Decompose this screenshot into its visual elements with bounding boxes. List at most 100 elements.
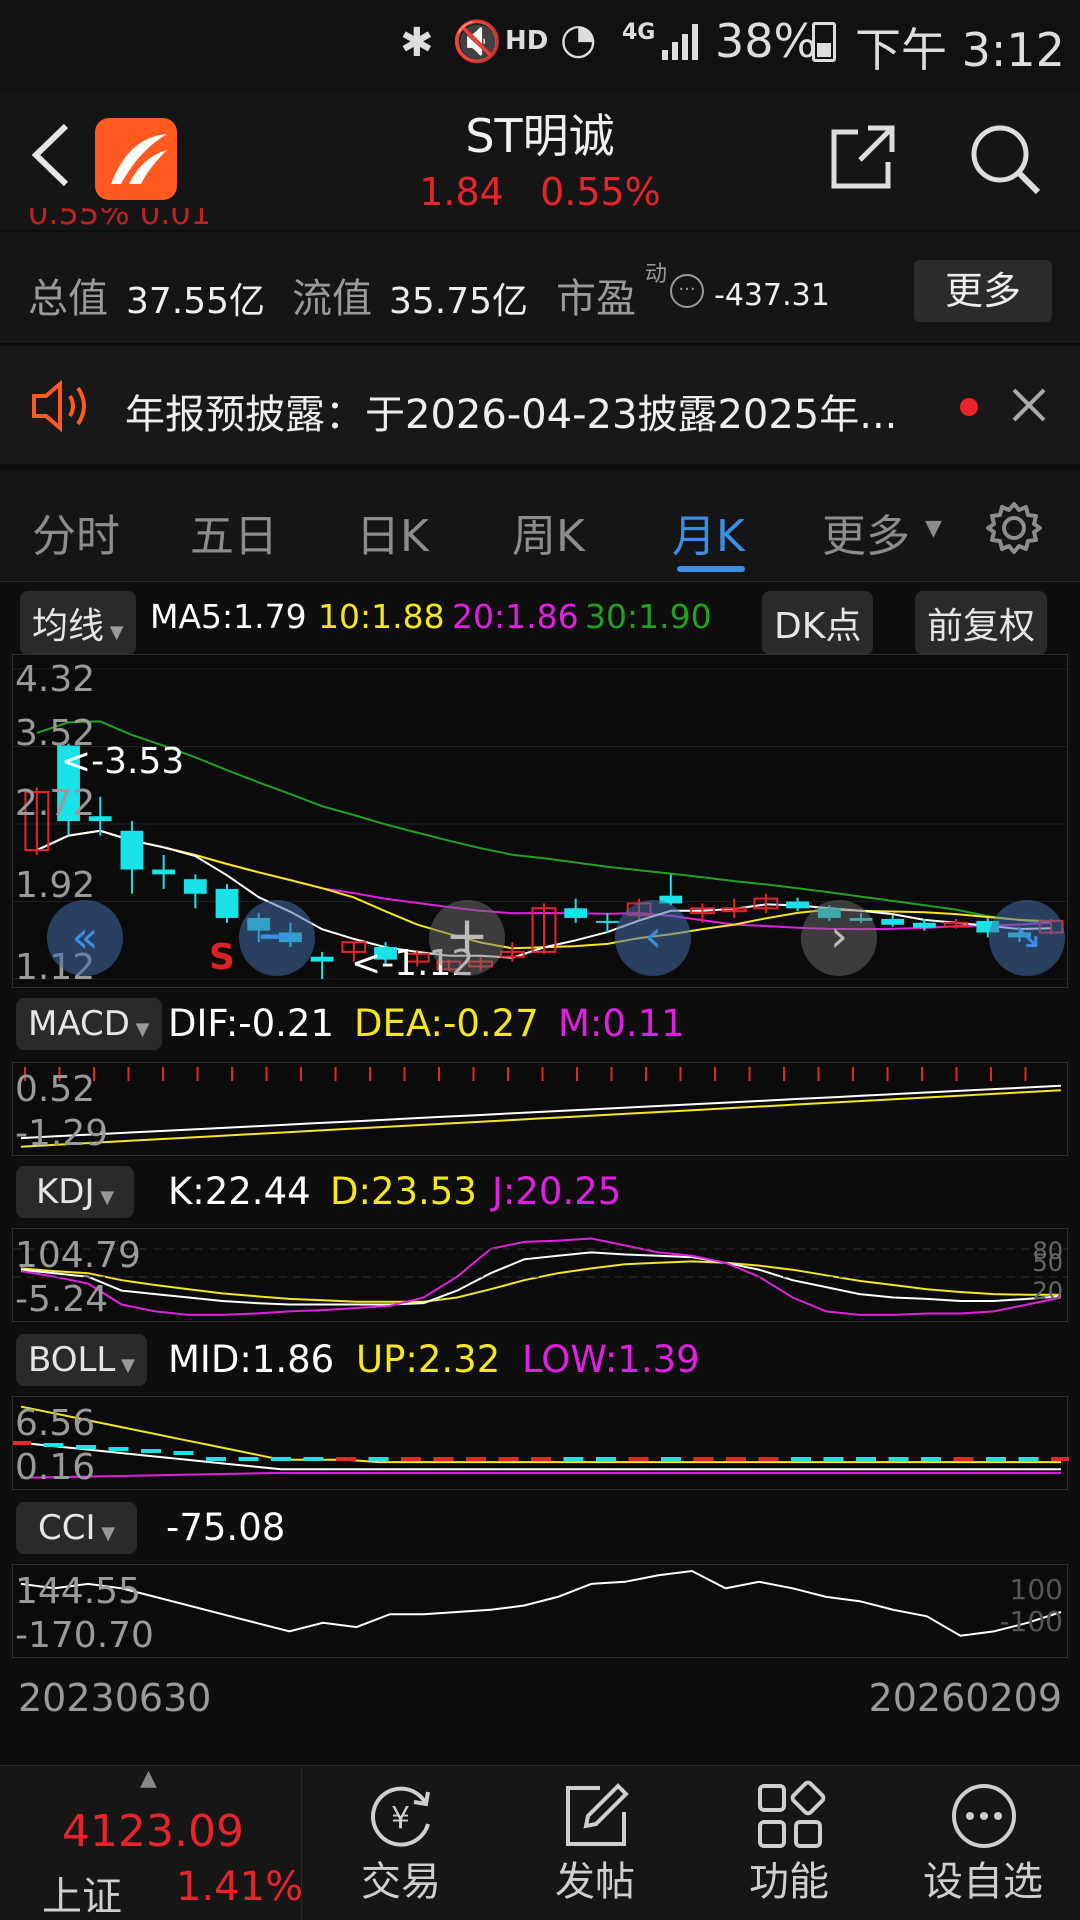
cci-y-label: 144.55 — [15, 1571, 141, 1612]
more-dots-icon — [948, 1780, 1020, 1856]
announcement-bar[interactable]: 年报预披露：于2026-04-23披露2025年... — [0, 346, 1080, 464]
boll-chart[interactable]: 6.56 0.16 — [12, 1396, 1069, 1490]
network-type: 4G — [622, 20, 656, 45]
boll-candle-mark — [661, 1457, 681, 1461]
kdj-selector[interactable]: KDJ ▼ — [16, 1166, 135, 1218]
dropdown-caret-icon: ▼ — [129, 1019, 150, 1040]
macd-dif-line — [20, 1084, 1062, 1140]
dropdown-caret-icon: ▼ — [925, 516, 942, 541]
nav-functions-label: 功能 — [749, 1859, 829, 1905]
boll-candle-mark — [888, 1457, 909, 1461]
boll-legend: BOLL ▼ MID:1.86 UP:2.32 LOW:1.39 — [0, 1332, 1080, 1392]
macd-m: M:0.11 — [558, 1002, 685, 1045]
search-icon[interactable] — [966, 120, 1042, 200]
close-icon[interactable] — [1010, 386, 1048, 428]
tab-more[interactable]: 更多 — [822, 500, 910, 564]
boll-candle-mark — [758, 1457, 779, 1461]
tab-daily-k[interactable]: 日K — [356, 500, 429, 564]
dropdown-caret-icon: ▼ — [95, 1523, 116, 1544]
boll-low: LOW:1.39 — [522, 1338, 700, 1381]
dropdown-caret-icon: ▼ — [115, 1355, 135, 1376]
svg-text:¥: ¥ — [391, 1801, 410, 1836]
kdj-right-label: 20 — [1032, 1277, 1063, 1305]
ma-selector[interactable]: 均线 ▼ — [20, 591, 136, 655]
tab-intraday[interactable]: 分时 — [32, 500, 120, 564]
partial-stats-row: 0.55% 0.01 — [28, 208, 212, 232]
macd-y-label: -1.29 — [15, 1113, 109, 1154]
sell-signal-marker: S — [209, 937, 235, 978]
info-dots-icon[interactable]: ··· — [670, 274, 704, 308]
candle-body — [310, 956, 334, 962]
index-ticker[interactable]: ▲ 4123.09 上证 1.41% — [0, 1766, 304, 1920]
nav-post[interactable]: 发帖 — [500, 1766, 690, 1920]
price-adjust-button[interactable]: 前复权 — [915, 591, 1048, 655]
tab-five-day[interactable]: 五日 — [190, 500, 278, 564]
boll-candle-mark — [563, 1457, 584, 1461]
candle-body — [786, 901, 809, 909]
zoom-in-icon[interactable]: + — [429, 900, 505, 976]
kline-y-label: 4.32 — [15, 659, 96, 700]
cci-value: -75.08 — [166, 1506, 286, 1549]
boll-candle-mark — [791, 1457, 811, 1461]
speaker-icon — [30, 379, 92, 436]
boll-candle-mark — [108, 1447, 129, 1451]
boll-candle-mark — [271, 1457, 291, 1461]
kdj-legend: KDJ ▼ K:22.44 D:23.53 J:20.25 — [0, 1164, 1080, 1224]
cci-selector[interactable]: CCI ▼ — [16, 1502, 138, 1554]
candle-body — [183, 879, 207, 894]
index-percent: 1.41% — [176, 1864, 304, 1910]
nav-add-watchlist-label: 设自选 — [923, 1859, 1043, 1905]
boll-candle-mark — [336, 1457, 356, 1461]
clock: 下午 3:12 — [855, 23, 1065, 77]
kline-chart[interactable]: 4.32 3.52 2.72 1.92 1.12 <-3.53 <-1.12 S… — [12, 654, 1069, 988]
boll-up: UP:2.32 — [356, 1338, 501, 1381]
scroll-right-icon[interactable]: › — [801, 900, 877, 976]
cci-chart[interactable]: 144.55 -170.70 100 -100 — [12, 1564, 1068, 1658]
nav-post-label: 发帖 — [555, 1859, 635, 1905]
boll-y-label: 6.56 — [15, 1403, 96, 1444]
cci-legend: CCI ▼ -75.08 — [0, 1500, 1080, 1560]
kdj-y-label: -5.24 — [15, 1279, 109, 1320]
expand-chart-icon[interactable]: ↘ — [989, 900, 1065, 976]
boll-candle-mark — [726, 1457, 746, 1461]
tab-weekly-k[interactable]: 周K — [512, 500, 585, 564]
boll-candle-mark — [433, 1457, 454, 1461]
cci-line — [20, 1569, 1062, 1637]
announcement-text: 年报预披露：于2026-04-23披露2025年... — [125, 392, 898, 438]
nav-add-watchlist[interactable]: 设自选 — [888, 1766, 1078, 1920]
current-price: 1.84 — [419, 170, 504, 214]
more-stats-button[interactable]: 更多 — [914, 260, 1052, 322]
boll-candle-mark — [401, 1457, 421, 1461]
scroll-to-start-icon[interactable]: « — [47, 900, 123, 976]
zoom-out-icon[interactable]: − — [239, 900, 315, 976]
wifi-icon: ◔ — [560, 14, 597, 63]
caret-up-icon: ▲ — [140, 1766, 157, 1791]
scroll-left-icon[interactable]: ‹ — [615, 900, 691, 976]
cci-svg — [20, 1569, 1062, 1637]
dk-point-button[interactable]: DK点 — [762, 591, 874, 655]
share-icon[interactable] — [828, 122, 898, 196]
tab-monthly-k[interactable]: 月K — [672, 500, 745, 564]
pe-label: 市盈 — [556, 276, 636, 322]
boll-selector[interactable]: BOLL ▼ — [16, 1334, 147, 1386]
boll-candle-mark — [466, 1457, 486, 1461]
float-value-label: 流值 — [292, 276, 372, 322]
boll-mid: MID:1.86 — [168, 1338, 335, 1381]
boll-candle-mark — [238, 1457, 259, 1461]
unread-dot — [960, 398, 978, 416]
boll-candle-mark — [206, 1457, 226, 1461]
macd-svg — [20, 1067, 1062, 1148]
settings-gear-icon[interactable] — [986, 500, 1042, 560]
kdj-svg — [13, 1237, 1069, 1316]
nav-trade[interactable]: ¥ 交易 — [306, 1766, 496, 1920]
macd-chart[interactable]: 0.52 -1.29 — [12, 1062, 1068, 1156]
kdj-right-label: 50 — [1032, 1249, 1063, 1277]
boll-candle-mark — [141, 1449, 161, 1453]
nav-functions[interactable]: 功能 — [694, 1766, 884, 1920]
kdj-chart[interactable]: 104.79 -5.24 80 50 20 — [12, 1228, 1069, 1322]
macd-selector[interactable]: MACD ▼ — [16, 998, 162, 1050]
candle-body — [152, 869, 176, 875]
total-value: 37.55亿 — [126, 281, 266, 322]
boll-candle-mark — [856, 1457, 876, 1461]
candle-body — [120, 830, 144, 870]
